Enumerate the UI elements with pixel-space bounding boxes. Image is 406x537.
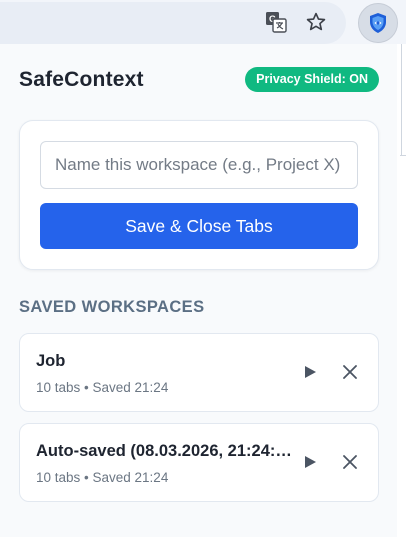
extension-popup: SafeContext Privacy Shield: ON Save & Cl… [0, 44, 397, 537]
workspace-name-input[interactable] [40, 141, 358, 189]
popup-header: SafeContext Privacy Shield: ON [19, 66, 379, 94]
restore-play-icon[interactable] [298, 450, 322, 474]
workspace-name: Job [36, 352, 66, 370]
extension-shield-icon[interactable] [358, 3, 398, 43]
page-edge [400, 155, 406, 156]
workspace-meta: 10 tabs • Saved 21:24 [36, 470, 169, 485]
workspace-meta: 10 tabs • Saved 21:24 [36, 380, 169, 395]
save-workspace-card: Save & Close Tabs [19, 120, 379, 270]
restore-play-icon[interactable] [298, 360, 322, 384]
delete-close-icon[interactable] [338, 360, 362, 384]
workspace-name: Auto-saved (08.03.2026, 21:24:… [36, 442, 292, 460]
saved-workspaces-heading: SAVED WORKSPACES [19, 298, 205, 316]
delete-close-icon[interactable] [338, 450, 362, 474]
app-title: SafeContext [19, 68, 144, 91]
privacy-status-badge: Privacy Shield: ON [245, 67, 379, 92]
save-close-tabs-button[interactable]: Save & Close Tabs [40, 203, 358, 249]
bookmark-star-icon[interactable] [302, 8, 330, 36]
browser-toolbar: G [0, 0, 406, 44]
address-bar[interactable] [0, 2, 346, 44]
translate-icon[interactable]: G [262, 8, 290, 36]
workspace-item[interactable]: Auto-saved (08.03.2026, 21:24:… 10 tabs … [19, 423, 379, 502]
page-edge [401, 44, 402, 156]
workspace-item[interactable]: Job 10 tabs • Saved 21:24 [19, 333, 379, 412]
